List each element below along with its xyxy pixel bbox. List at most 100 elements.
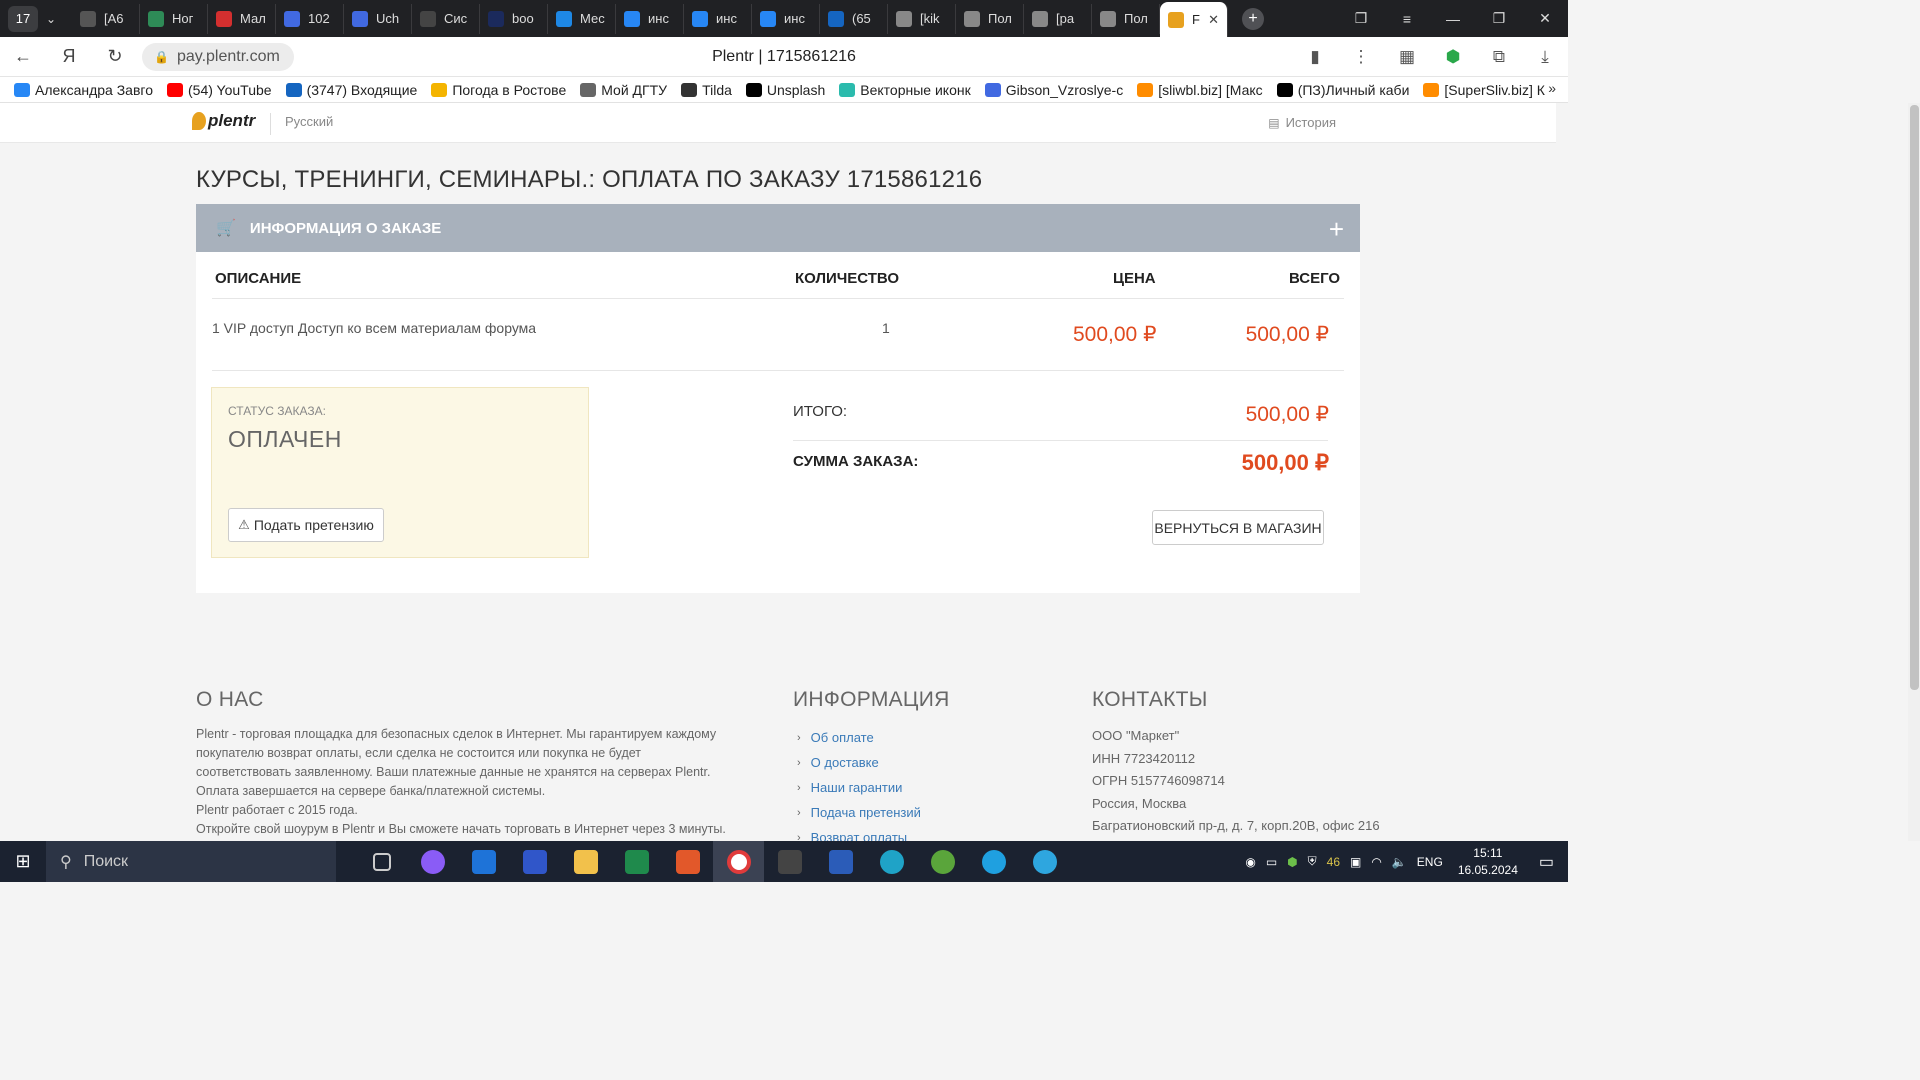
office-icon[interactable] [662, 841, 713, 882]
video-editor-icon[interactable] [764, 841, 815, 882]
bookmark-label: Погода в Ростове [452, 81, 567, 98]
defender-icon[interactable]: ⛨ [1308, 854, 1317, 869]
language-selector[interactable]: Русский [285, 114, 333, 129]
url-field[interactable]: 🔒 pay.plentr.com [142, 42, 294, 71]
browser-tab[interactable]: boo [480, 3, 548, 34]
file-explorer-icon[interactable] [560, 841, 611, 882]
tab-manager-icon[interactable]: ❐ [1338, 0, 1384, 37]
browser-tab[interactable]: [kik [888, 3, 956, 34]
tab-count-button[interactable]: 17 [8, 5, 38, 32]
save-app-icon[interactable] [509, 841, 560, 882]
taskbar-search[interactable]: ⚲ Поиск [46, 841, 336, 882]
expand-plus-icon[interactable]: + [1329, 214, 1344, 245]
windows-start-icon[interactable]: ⊞ [0, 841, 46, 882]
wifi-icon[interactable]: ◠ [1371, 855, 1381, 869]
menu-icon[interactable]: ≡ [1384, 0, 1430, 37]
tab-label: (65 [852, 11, 871, 26]
scrollbar-thumb[interactable] [1910, 105, 1919, 690]
excel-icon[interactable] [611, 841, 662, 882]
bookmark-item[interactable]: (ПЗ)Личный каби [1276, 82, 1409, 98]
utorrent-icon[interactable] [917, 841, 968, 882]
browser-tab[interactable]: (65 [820, 3, 888, 34]
info-link-label: Наши гарантии [810, 780, 903, 795]
bookmark-item[interactable]: Tilda [681, 82, 732, 98]
browser-tab[interactable]: Мал [208, 3, 276, 34]
volume-icon[interactable]: 🔈 [1392, 855, 1407, 869]
submit-claim-button[interactable]: ⚠ Подать претензию [228, 508, 384, 542]
tray-temp[interactable]: 46 [1327, 855, 1340, 869]
restore-button[interactable]: ❐ [1476, 0, 1522, 37]
notification-icon[interactable]: ▭ [1539, 852, 1554, 872]
close-window-button[interactable]: ✕ [1522, 0, 1568, 37]
close-tab-icon[interactable]: ✕ [1208, 12, 1219, 28]
info-link[interactable]: › Наши гарантии [797, 775, 921, 800]
tray-globe-icon[interactable]: ◉ [1245, 855, 1255, 869]
new-tab-button[interactable]: + [1242, 7, 1264, 30]
bookmark-item[interactable]: (54) YouTube [167, 82, 272, 98]
yandex-browser-icon[interactable] [713, 841, 764, 882]
browser-tab[interactable]: Сис [412, 3, 480, 34]
tab-label: инс [716, 11, 737, 26]
order-info-header[interactable]: 🛒 ИНФОРМАЦИЯ О ЗАКАЗЕ + [196, 204, 1360, 252]
info-link[interactable]: › О доставке [797, 750, 921, 775]
calculator-app-icon[interactable] [458, 841, 509, 882]
browser-tab[interactable]: [А6 [72, 3, 140, 34]
history-link[interactable]: ▤ История [1268, 115, 1336, 130]
display-icon[interactable]: ▣ [1350, 855, 1361, 869]
word-icon[interactable] [815, 841, 866, 882]
browser-tab[interactable]: Ног [140, 3, 208, 34]
plentr-logo[interactable]: plentr [192, 111, 255, 131]
bookmark-item[interactable]: Погода в Ростове [431, 82, 566, 98]
browser-tab[interactable]: Пол [956, 3, 1024, 34]
tab-active[interactable]: F ✕ [1160, 2, 1228, 37]
more-icon[interactable]: ⋮ [1338, 47, 1384, 67]
qr-code-icon[interactable]: ▦ [1384, 47, 1430, 67]
chevron-down-icon[interactable]: ⌄ [38, 12, 64, 26]
task-view-icon[interactable] [356, 841, 407, 882]
clock[interactable]: 15:11 16.05.2024 [1458, 845, 1518, 879]
tab-favicon-icon [1032, 10, 1048, 27]
bookmark-item[interactable]: [SuperSliv.biz] К [1423, 82, 1545, 98]
reload-icon[interactable]: ↻ [92, 46, 138, 67]
collections-icon[interactable]: ⧉ [1476, 47, 1522, 67]
bookmark-item[interactable]: (3747) Входящие [285, 82, 417, 98]
browser-tab[interactable]: инс [752, 3, 820, 34]
column-price: ЦЕНА [1113, 270, 1156, 287]
subtotal-label: ИТОГО: [793, 403, 848, 420]
browser-tab[interactable]: 102 [276, 3, 344, 34]
page-scrollbar[interactable] [1908, 103, 1920, 841]
info-link[interactable]: › Об оплате [797, 725, 921, 750]
bookmarks-overflow-icon[interactable]: » [1548, 80, 1556, 96]
bookmark-item[interactable]: Векторные иконк [839, 82, 971, 98]
bookmark-item[interactable]: [sliwbl.biz] [Макс [1137, 82, 1263, 98]
back-to-shop-button[interactable]: ВЕРНУТЬСЯ В МАГАЗИН [1152, 510, 1324, 545]
logo-text: plentr [208, 111, 256, 130]
browser-tab[interactable]: [ра [1024, 3, 1092, 34]
bookmark-item[interactable]: Мой ДГТУ [580, 82, 667, 98]
browser-tab[interactable]: Uch [344, 3, 412, 34]
tab-favicon-icon [352, 10, 368, 27]
alice-icon[interactable] [407, 841, 458, 882]
browser-tab[interactable]: Пол [1092, 3, 1160, 34]
bookmarks-bar: Александра Завго (54) YouTube (3747) Входя… [0, 77, 1568, 103]
shield-icon[interactable]: ⬢ [1287, 855, 1297, 869]
about-heading: О НАС [196, 688, 264, 711]
bookmark-icon[interactable]: ▮ [1292, 47, 1338, 67]
telegram-icon[interactable] [1019, 841, 1070, 882]
yandex-icon[interactable]: Я [46, 46, 92, 67]
browser-tab[interactable]: Мес [548, 3, 616, 34]
skype-icon[interactable] [968, 841, 1019, 882]
browser-tab[interactable]: инс [684, 3, 752, 34]
battery-icon[interactable]: ▭ [1266, 855, 1277, 869]
browser-tab[interactable]: инс [616, 3, 684, 34]
bookmark-item[interactable]: Gibson_Vzroslye-c [984, 82, 1123, 98]
protect-shield-icon[interactable]: ⬢ [1430, 47, 1476, 67]
back-arrow-icon[interactable]: ← [0, 46, 46, 67]
info-link[interactable]: › Подача претензий [797, 800, 921, 825]
edge-icon[interactable] [866, 841, 917, 882]
download-icon[interactable]: ⤓ [1522, 47, 1568, 67]
bookmark-item[interactable]: Unsplash [745, 82, 825, 98]
input-language[interactable]: ENG [1417, 855, 1443, 869]
minimize-button[interactable]: — [1430, 0, 1476, 37]
bookmark-item[interactable]: Александра Завго [14, 82, 153, 98]
